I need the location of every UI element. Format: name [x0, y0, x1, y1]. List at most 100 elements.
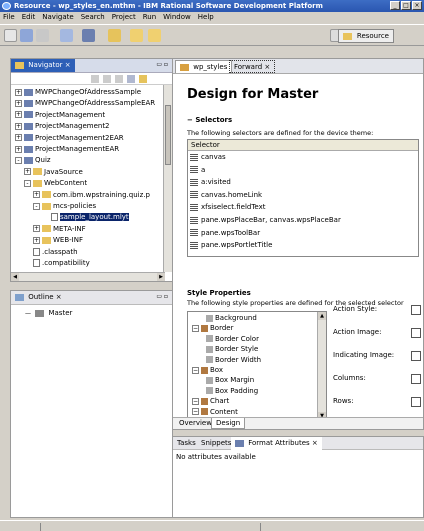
style-tree-item[interactable]: − Border — [192, 324, 233, 333]
style-tree-item[interactable]: − Chart — [192, 397, 229, 406]
expand-icon[interactable]: + — [15, 134, 22, 142]
collapse-icon[interactable]: − — [192, 397, 199, 405]
tab-outline[interactable]: Outline × — [11, 291, 66, 304]
collapse-icon[interactable]: − — [192, 366, 199, 374]
selector-column-header[interactable]: Selector — [188, 140, 418, 151]
style-field-control[interactable] — [411, 305, 421, 315]
minimize-outline-icon[interactable]: ▭ ▫ — [156, 293, 168, 300]
navigator-item[interactable]: .compatibility — [24, 258, 90, 268]
navigator-item[interactable]: + ProjectManagement2EAR — [15, 133, 124, 143]
search-icon[interactable] — [82, 29, 95, 42]
menu-window[interactable]: Window — [163, 12, 191, 23]
selector-row[interactable]: canvas — [190, 153, 226, 162]
navigator-item[interactable]: .classpath — [24, 247, 78, 257]
style-field-control[interactable] — [411, 397, 421, 407]
navigator-vertical-scrollbar[interactable] — [163, 85, 172, 272]
open-type-icon[interactable] — [60, 29, 73, 42]
menu-edit[interactable]: Edit — [22, 12, 36, 23]
style-tree-item[interactable]: Background — [206, 314, 257, 323]
save-icon[interactable] — [20, 29, 33, 42]
style-tree-item[interactable]: − Content — [192, 408, 238, 417]
tab-snippets[interactable]: Snippets — [197, 437, 235, 450]
expand-icon[interactable]: + — [15, 99, 22, 107]
menu-navigate[interactable]: Navigate — [42, 12, 73, 23]
expand-icon[interactable]: + — [33, 225, 40, 233]
navigator-item[interactable]: + META-INF — [33, 224, 86, 234]
style-field-control[interactable] — [411, 351, 421, 361]
style-tree-item[interactable]: Border Style — [206, 345, 258, 354]
minimize-view-icon[interactable]: ▭ ▫ — [156, 61, 168, 68]
maximize-icon[interactable]: □ — [401, 1, 411, 10]
expand-icon[interactable]: + — [33, 236, 40, 244]
tab-wp-styles[interactable]: wp_styles — [175, 60, 233, 73]
navigator-item[interactable]: + com.ibm.wpstraining.quiz.p — [33, 190, 150, 200]
menu-file[interactable]: File — [3, 12, 15, 23]
tab-forward[interactable]: Forward × — [229, 60, 276, 73]
navigator-item[interactable]: + ProjectManagementEAR — [15, 144, 119, 154]
print-icon[interactable] — [36, 29, 49, 42]
navigator-item[interactable]: + MWPChangeOfAddressSampleEAR — [15, 98, 155, 108]
perspective-button[interactable]: Resource — [337, 29, 394, 43]
style-tree-item[interactable]: Border Width — [206, 356, 261, 365]
selector-row[interactable]: xfsiselect.fieldText — [190, 203, 265, 212]
style-field-control[interactable] — [411, 374, 421, 384]
menu-run[interactable]: Run — [143, 12, 156, 23]
navigator-item[interactable]: + ProjectManagement — [15, 110, 105, 120]
scroll-right-icon[interactable]: ▶ — [157, 273, 165, 281]
tab-format-attributes[interactable]: Format Attributes × — [231, 437, 322, 450]
navigator-item[interactable]: + JavaSource — [24, 167, 83, 177]
collapse-section-icon[interactable]: − — [187, 116, 193, 124]
navigator-item[interactable]: + ProjectManagement2 — [15, 121, 110, 131]
selector-row[interactable]: pane.wpsPortletTitle — [190, 241, 272, 250]
expand-icon[interactable]: + — [24, 168, 31, 176]
up-nav-icon[interactable] — [115, 75, 123, 83]
navigator-scroll-thumb[interactable] — [165, 105, 171, 165]
tab-tasks[interactable]: Tasks — [173, 437, 200, 450]
navigator-item[interactable]: + WEB-INF — [33, 235, 83, 245]
expand-icon[interactable]: + — [15, 111, 22, 119]
collapse-icon[interactable]: − — [192, 324, 199, 332]
pencil-icon[interactable] — [108, 29, 121, 42]
selector-row[interactable]: pane.wpsPlaceBar, canvas.wpsPlaceBar — [190, 216, 341, 225]
scroll-up-icon[interactable]: ▲ — [318, 312, 326, 320]
navigator-item[interactable]: + MWPChangeOfAddressSample — [15, 87, 141, 97]
collapse-icon[interactable]: - — [33, 202, 40, 210]
selector-row[interactable]: pane.wpsToolBar — [190, 229, 260, 238]
selector-row[interactable]: canvas.homeLink — [190, 191, 262, 200]
new-icon[interactable] — [4, 29, 17, 42]
expand-icon[interactable]: + — [15, 145, 22, 153]
menu-help[interactable]: Help — [198, 12, 214, 23]
expand-icon[interactable]: + — [15, 122, 22, 130]
navigator-item[interactable]: sample_layout.mlyt — [42, 212, 129, 222]
collapse-icon[interactable]: − — [192, 408, 199, 416]
navigator-item[interactable]: - Quiz — [15, 155, 51, 165]
expand-icon[interactable]: + — [33, 191, 40, 199]
navigator-item[interactable]: - mcs-policies — [33, 201, 96, 211]
collapse-icon[interactable]: - — [15, 156, 22, 164]
navigator-item[interactable]: - WebContent — [24, 178, 87, 188]
menu-search[interactable]: Search — [81, 12, 105, 23]
style-tree-item[interactable]: Box Padding — [206, 387, 258, 396]
collapse-icon[interactable]: - — [24, 179, 31, 187]
style-field-control[interactable] — [411, 328, 421, 338]
style-tree-item[interactable]: − Box — [192, 366, 223, 375]
tab-design[interactable]: Design — [211, 418, 246, 429]
minimize-icon[interactable]: _ — [390, 1, 400, 10]
collapse-all-icon[interactable] — [127, 75, 135, 83]
outline-item-master[interactable]: — Master — [25, 308, 72, 318]
tab-overview[interactable]: Overview — [175, 418, 216, 429]
back-nav-icon[interactable] — [91, 75, 99, 83]
navigator-horizontal-scrollbar[interactable]: ◀ ▶ — [11, 272, 165, 281]
forward-icon[interactable] — [148, 29, 161, 42]
scroll-left-icon[interactable]: ◀ — [11, 273, 19, 281]
link-editor-icon[interactable] — [139, 75, 147, 83]
selector-row[interactable]: a — [190, 166, 205, 175]
expand-icon[interactable]: + — [15, 88, 22, 96]
selector-row[interactable]: a:visited — [190, 178, 231, 187]
style-tree-scrollbar[interactable]: ▲ ▼ — [317, 312, 326, 420]
menu-project[interactable]: Project — [112, 12, 136, 23]
style-tree-item[interactable]: Border Color — [206, 335, 259, 344]
back-icon[interactable] — [130, 29, 143, 42]
style-tree-item[interactable]: Box Margin — [206, 376, 254, 385]
forward-nav-icon[interactable] — [103, 75, 111, 83]
